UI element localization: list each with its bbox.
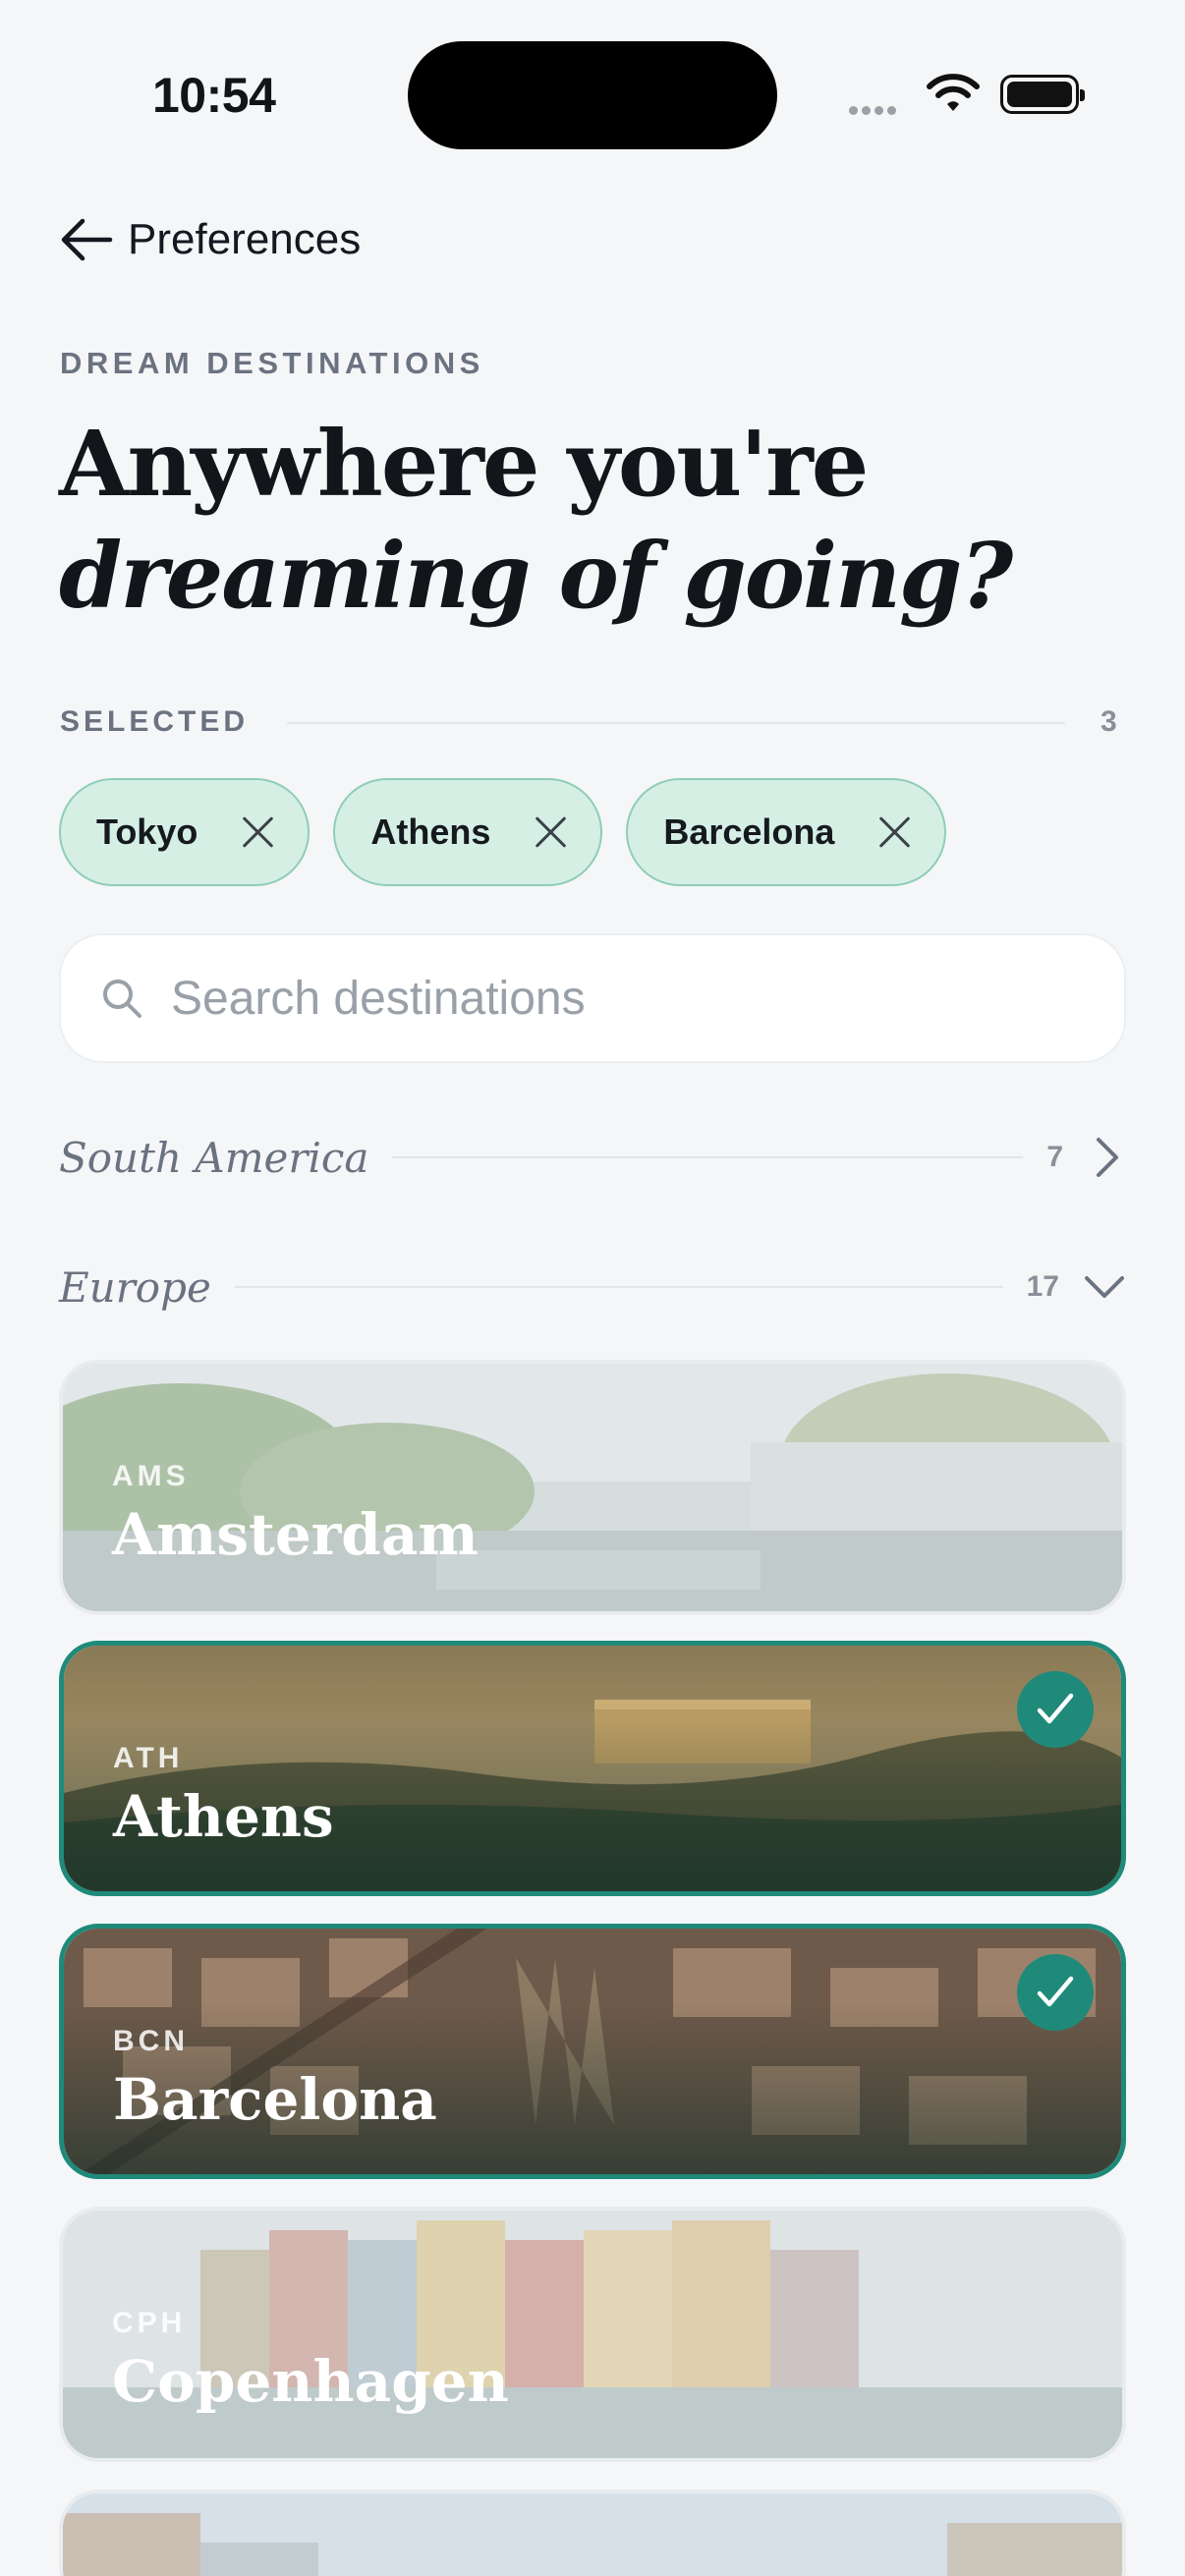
region-count: 7 [1046,1141,1063,1173]
title-line-2: dreaming of going? [59,523,1013,629]
chip-tokyo[interactable]: Tokyo [59,778,310,886]
divider [287,722,1065,724]
back-label: Preferences [128,215,362,263]
selected-chips: Tokyo Athens Barcelona [59,778,947,886]
wifi-icon [927,74,980,111]
back-button[interactable]: Preferences [59,208,361,271]
destination-card-athens[interactable]: ATH Athens [59,1641,1126,1896]
chevron-down-icon [1085,1276,1124,1298]
close-icon[interactable] [239,813,276,851]
chevron-right-icon [1097,1138,1118,1177]
close-icon[interactable] [875,813,913,851]
close-icon[interactable] [532,813,569,851]
search-icon [103,980,141,1018]
chip-athens[interactable]: Athens [333,778,603,886]
airport-code: ATH [113,1742,184,1774]
check-icon [1017,1954,1094,2031]
battery-icon [1000,75,1085,114]
chip-label: Barcelona [663,812,835,852]
chip-label: Tokyo [96,812,198,852]
chip-label: Athens [370,812,491,852]
selected-label: SELECTED [60,705,250,738]
section-eyebrow: DREAM DESTINATIONS [60,346,484,380]
selected-count: 3 [1100,705,1117,738]
destination-card-copenhagen[interactable]: CPH Copenhagen [59,2207,1126,2462]
dynamic-island [408,41,777,149]
region-name: South America [59,1133,369,1182]
airport-code: BCN [113,2025,189,2057]
divider [234,1286,1003,1288]
city-name: Amsterdam [112,1501,479,1568]
region-count: 17 [1026,1270,1059,1303]
divider [392,1156,1024,1158]
title-line-1: Anywhere you're [59,411,869,517]
city-name: Barcelona [113,2066,437,2133]
arrow-left-icon [61,218,113,261]
search-input[interactable] [171,971,1055,1026]
chip-barcelona[interactable]: Barcelona [626,778,947,886]
city-name: Copenhagen [112,2348,509,2415]
status-time: 10:54 [152,68,276,123]
check-icon [1017,1671,1094,1748]
destination-card-barcelona[interactable]: BCN Barcelona [59,1924,1126,2179]
destination-card-amsterdam[interactable]: AMS Amsterdam [59,1360,1126,1615]
airport-code: CPH [112,2307,187,2339]
page-title: Anywhere you're dreaming of going? [59,408,1013,632]
region-name: Europe [59,1262,211,1312]
airport-code: AMS [112,1460,190,1492]
search-bar[interactable] [59,933,1126,1063]
city-name: Athens [113,1783,334,1850]
region-europe[interactable]: Europe 17 [59,1248,1126,1326]
destination-card-next[interactable] [59,2490,1126,2576]
region-south-america[interactable]: South America 7 [59,1118,1126,1197]
signal-icon [849,102,908,115]
